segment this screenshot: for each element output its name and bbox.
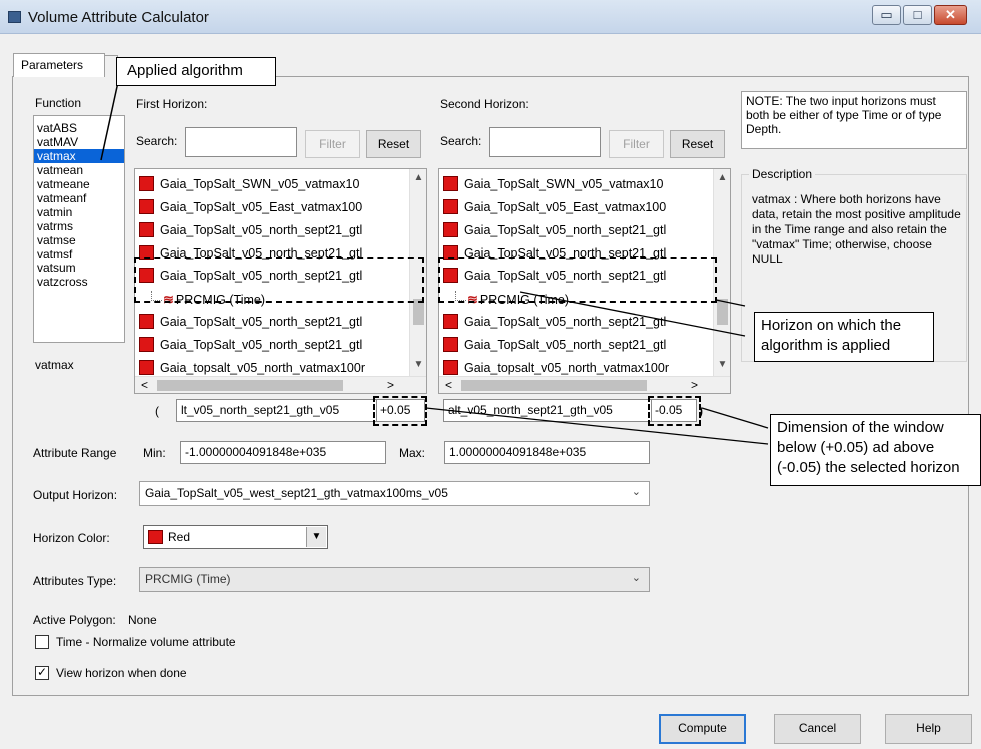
first-offset-highlight (373, 396, 427, 426)
first-horizon-highlight (134, 257, 424, 303)
annotation-lines (100, 81, 769, 445)
horizon-pointer-lower (715, 299, 746, 307)
window-pointer-first (425, 407, 769, 445)
second-offset-highlight (648, 396, 701, 426)
window-dimension-callout: Dimension of the window below (+0.05) ad… (770, 414, 981, 486)
window-pointer-second (701, 407, 769, 429)
horizon-callout: Horizon on which the algorithm is applie… (754, 312, 934, 362)
second-horizon-highlight (438, 257, 717, 303)
applied-algorithm-pointer (100, 81, 119, 161)
applied-algorithm-callout: Applied algorithm (116, 57, 276, 86)
tab-parameters[interactable]: Parameters (13, 53, 105, 77)
